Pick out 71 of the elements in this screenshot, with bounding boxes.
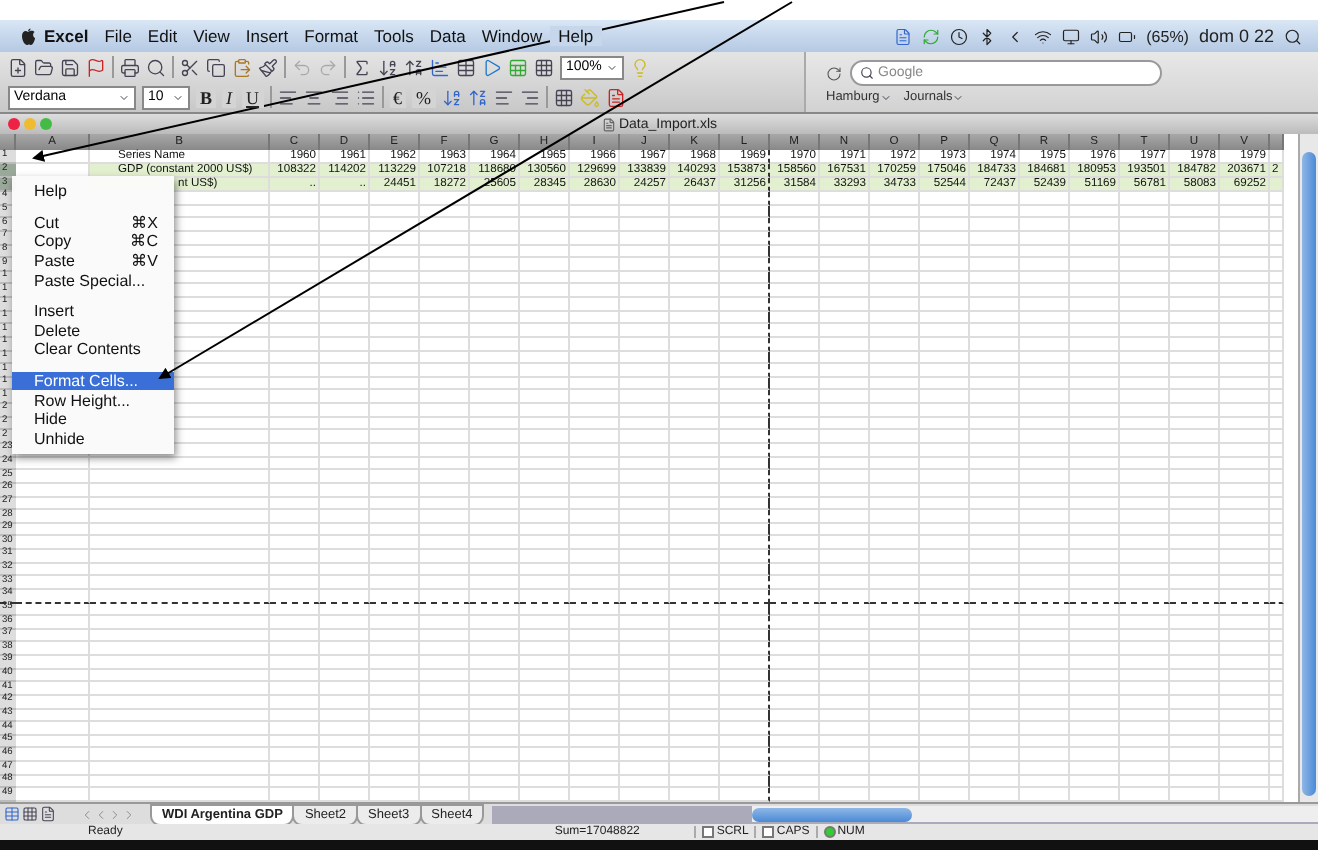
clock-icon[interactable] (950, 27, 969, 45)
reload-icon[interactable] (826, 65, 842, 81)
menu-item[interactable]: Excel (36, 26, 97, 46)
align-center-icon[interactable] (303, 87, 324, 107)
increase-decimal-icon[interactable] (441, 87, 462, 107)
style-button[interactable]: I (222, 87, 237, 107)
align-left-icon[interactable] (277, 87, 298, 107)
wifi-icon[interactable] (1034, 27, 1053, 45)
folder-icon[interactable] (34, 57, 54, 77)
volume-icon[interactable] (1090, 27, 1109, 45)
chart-icon[interactable] (430, 57, 450, 77)
menu-item[interactable]: View (185, 26, 238, 46)
sort-descending-icon[interactable] (404, 57, 424, 77)
style-button[interactable]: B (196, 87, 217, 107)
menu-clock[interactable]: dom 0 22 (1198, 26, 1274, 46)
menu-item[interactable]: Insert (12, 301, 174, 322)
borders-icon[interactable] (553, 87, 574, 107)
normal-view-icon[interactable] (4, 806, 20, 822)
menu-item[interactable]: Hide (12, 409, 174, 430)
menu-item[interactable]: Clear Contents (12, 340, 174, 360)
style-button[interactable]: U (242, 87, 264, 107)
font-color-icon[interactable] (605, 87, 626, 107)
paintbrush-icon[interactable] (258, 57, 278, 77)
sort-ascending-icon[interactable] (378, 57, 398, 77)
menu-item[interactable]: Insert (237, 26, 297, 46)
apple-icon[interactable] (20, 27, 36, 45)
menu-item[interactable]: Edit (139, 26, 186, 46)
menu-item[interactable]: Cut ⌘X (12, 213, 174, 233)
menu-item[interactable]: Data (421, 26, 474, 46)
menu-item[interactable]: Format (296, 26, 367, 46)
indent-icon[interactable] (493, 87, 514, 107)
menu-item[interactable]: File (96, 26, 140, 46)
menu-item[interactable]: Copy ⌘C (12, 232, 174, 252)
search-icon[interactable] (146, 57, 166, 77)
printer-icon[interactable] (120, 57, 140, 77)
menu-item[interactable]: Tools (366, 26, 422, 46)
grid-icon[interactable] (534, 57, 554, 77)
clipboard-icon[interactable] (232, 57, 252, 77)
document-icon (600, 117, 615, 131)
fill-color-icon[interactable] (579, 87, 600, 107)
search-icon[interactable] (1284, 27, 1302, 45)
close-button[interactable] (8, 118, 20, 130)
horizontal-scrollbar[interactable] (492, 805, 1318, 823)
page-view-icon[interactable] (40, 806, 56, 822)
number-format-button[interactable]: € (389, 87, 407, 107)
battery-icon[interactable] (1118, 27, 1137, 45)
menu-item[interactable]: Format Cells... (12, 371, 174, 391)
vertical-scrollbar[interactable] (1298, 134, 1318, 802)
copy-icon[interactable] (206, 57, 226, 77)
search-icon (860, 66, 874, 80)
bluetooth-icon[interactable] (978, 27, 997, 45)
sigma-icon[interactable] (352, 57, 372, 77)
menu-item[interactable]: Paste ⌘V (12, 251, 174, 271)
menu-item[interactable]: Delete (12, 321, 174, 341)
outdent-icon[interactable] (519, 87, 540, 107)
flag-icon[interactable] (86, 57, 106, 77)
number-format-button[interactable]: % (412, 87, 436, 107)
table-icon[interactable] (456, 57, 476, 77)
menu-item[interactable]: Row Height... (12, 390, 174, 410)
display-icon[interactable] (1062, 27, 1081, 45)
layout-view-icon[interactable] (22, 806, 38, 822)
battery-percentage: (65%) (1146, 27, 1189, 45)
scissors-icon[interactable] (180, 57, 200, 77)
menu-item[interactable]: Paste Special... (12, 270, 174, 290)
menu-item[interactable]: Unhide (12, 429, 174, 449)
new-document-icon[interactable] (8, 57, 28, 77)
menu-item[interactable]: Window (473, 26, 551, 46)
decrease-decimal-icon[interactable] (467, 87, 488, 107)
align-right-icon[interactable] (329, 87, 350, 107)
script-icon[interactable] (894, 27, 913, 45)
save-icon[interactable] (60, 57, 80, 77)
